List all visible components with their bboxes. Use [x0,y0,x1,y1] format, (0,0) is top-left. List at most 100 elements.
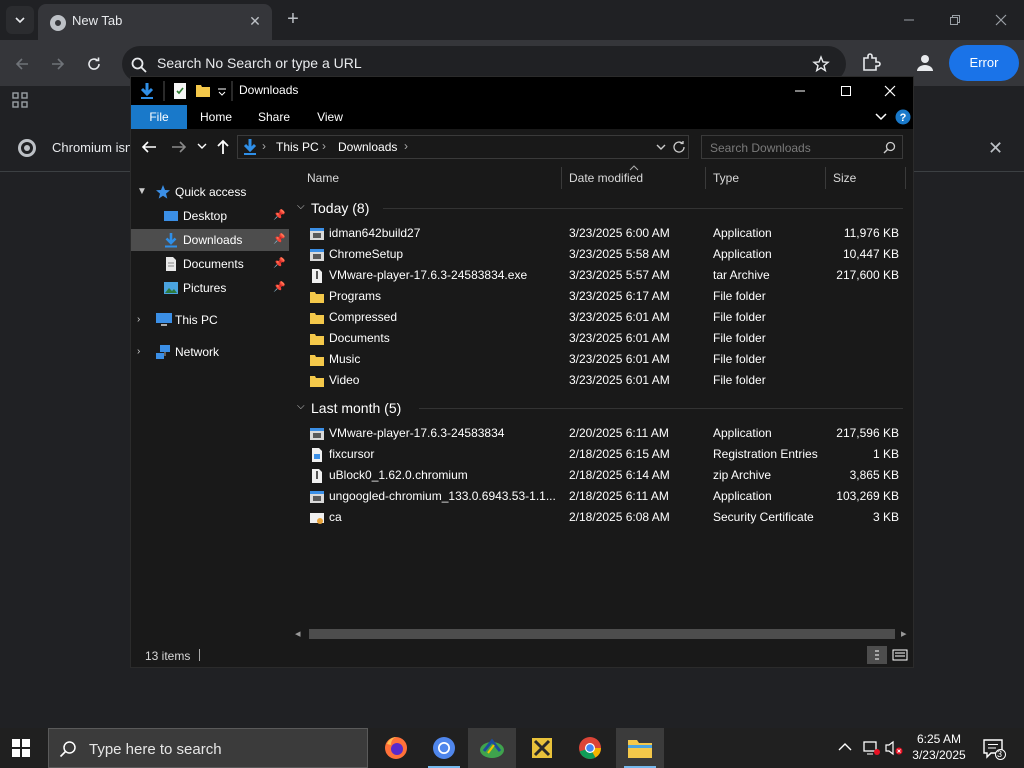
group-header-last-month[interactable]: ⌵ Last month (5) [291,397,913,419]
horizontal-scrollbar[interactable]: ◂ ▸ [291,625,913,643]
forward-arrow-icon[interactable] [171,139,187,155]
file-row[interactable]: Programs 3/23/2025 6:17 AM File folder [291,286,913,307]
column-date-modified[interactable]: Date modified [569,171,643,185]
file-row[interactable]: idman642build27 3/23/2025 6:00 AM Applicat… [291,223,913,244]
explorer-search-box[interactable]: Search Downloads [701,135,903,159]
tab-search-button[interactable] [6,6,34,34]
close-button[interactable] [986,6,1016,34]
ribbon-tab-home[interactable]: Home [191,105,241,129]
explorer-minimize-button[interactable] [777,77,823,105]
start-windows-icon[interactable] [12,739,30,757]
divider[interactable] [705,167,706,189]
tab-new-tab[interactable]: New Tab ✕ [38,4,272,40]
address-dropdown-icon[interactable] [656,144,666,152]
extensions-icon[interactable] [860,51,882,73]
file-row[interactable]: ca 2/18/2025 6:08 AM Security Certificate 3… [291,507,913,528]
apps-grid-icon[interactable] [12,92,28,108]
help-icon[interactable]: ? [895,109,911,125]
recent-locations-icon[interactable] [197,143,207,151]
profile-icon[interactable] [914,52,936,74]
network-status-icon[interactable] [862,740,880,756]
group-header-today[interactable]: ⌵ Today (8) [291,197,913,219]
divider[interactable] [561,167,562,189]
taskbar-search-box[interactable]: Type here to search [48,728,368,768]
file-row[interactable]: ChromeSetup 3/23/2025 5:58 AM Application 1… [291,244,913,265]
nav-network[interactable]: › Network [131,341,289,363]
column-name[interactable]: Name [307,171,339,185]
taskbar-chromium[interactable] [420,728,468,768]
folder-icon [309,331,325,347]
explorer-close-button[interactable] [867,77,913,105]
taskbar-search-placeholder: Type here to search [89,741,222,758]
minimize-button[interactable] [894,6,924,34]
bookmark-star-icon[interactable] [812,55,830,73]
file-row[interactable]: Music 3/23/2025 6:01 AM File folder [291,349,913,370]
new-tab-button[interactable]: + [282,9,304,31]
expand-ribbon-icon[interactable] [875,112,887,122]
properties-icon[interactable] [173,82,187,100]
volume-muted-icon[interactable] [884,740,904,756]
file-date: 3/23/2025 6:17 AM [569,289,670,303]
details-view-button[interactable] [867,646,887,664]
collapse-chevron-icon[interactable]: ⌵ [297,401,305,412]
reload-icon [88,57,100,70]
large-icons-view-button[interactable] [891,646,909,664]
file-row[interactable]: ungoogled-chromium_133.0.6943.53-1.1... 2… [291,486,913,507]
file-row[interactable]: uBlock0_1.62.0.chromium 2/18/2025 6:14 AM… [291,465,913,486]
notification-center-button[interactable]: 3 [982,738,1006,760]
restore-button[interactable] [940,6,970,34]
divider[interactable] [905,167,906,189]
forward-button[interactable] [46,52,70,76]
chevron-up-icon[interactable] [838,742,852,752]
back-arrow-icon[interactable] [141,139,157,155]
taskbar-file-explorer[interactable] [616,728,664,768]
info-bar-close-icon[interactable]: ✕ [988,138,1003,159]
file-row[interactable]: fixcursor 2/18/2025 6:15 AM Registration E… [291,444,913,465]
scroll-right-icon[interactable]: ▸ [901,627,907,640]
column-type[interactable]: Type [713,171,739,185]
collapse-chevron-icon[interactable]: ▼ [137,186,147,197]
collapse-chevron-icon[interactable]: ⌵ [297,201,305,212]
back-button[interactable] [10,52,34,76]
breadcrumb-downloads[interactable]: Downloads [338,140,397,154]
breadcrumb-separator-icon[interactable]: › [262,139,266,153]
explorer-address-bar[interactable]: › This PC › Downloads › [237,135,689,159]
taskbar-clock[interactable]: 6:25 AM 3/23/2025 [908,731,970,763]
expand-chevron-icon[interactable]: › [137,314,140,325]
divider[interactable] [825,167,826,189]
ribbon-tab-view[interactable]: View [305,105,355,129]
file-row[interactable]: VMware-player-17.6.3-24583834.exe 3/23/20… [291,265,913,286]
nav-item-downloads[interactable]: Downloads 📌 [131,229,289,251]
taskbar-archive-app[interactable] [518,728,566,768]
scroll-left-icon[interactable]: ◂ [295,627,301,640]
nav-item-desktop[interactable]: Desktop 📌 [131,205,289,227]
file-row[interactable]: Video 3/23/2025 6:01 AM File folder [291,370,913,391]
taskbar-firefox[interactable] [372,728,420,768]
column-size[interactable]: Size [833,171,856,185]
nav-quick-access[interactable]: ▼ Quick access [131,181,289,203]
breadcrumb-separator-icon[interactable]: › [404,139,408,153]
error-button[interactable]: Error [949,45,1019,81]
clock-date: 3/23/2025 [912,748,966,762]
taskbar-chrome[interactable] [566,728,614,768]
reload-button[interactable] [82,52,106,76]
close-tab-icon[interactable]: ✕ [246,12,264,30]
taskbar-idm[interactable] [468,728,516,768]
up-arrow-icon[interactable] [215,139,231,155]
customize-qat-icon[interactable] [217,87,227,97]
file-row[interactable]: Documents 3/23/2025 6:01 AM File folder [291,328,913,349]
expand-chevron-icon[interactable]: › [137,346,140,357]
file-row[interactable]: Compressed 3/23/2025 6:01 AM File folder [291,307,913,328]
scrollbar-thumb[interactable] [309,629,895,639]
nav-this-pc[interactable]: › This PC [131,309,289,331]
breadcrumb-this-pc[interactable]: This PC [276,140,319,154]
breadcrumb-separator-icon[interactable]: › [322,139,326,153]
refresh-icon[interactable] [672,140,686,154]
new-folder-icon[interactable] [195,82,211,98]
file-row[interactable]: VMware-player-17.6.3-24583834 2/20/2025 6… [291,423,913,444]
ribbon-tab-share[interactable]: Share [249,105,299,129]
ribbon-tab-file[interactable]: File [131,105,187,129]
explorer-maximize-button[interactable] [823,77,869,105]
nav-item-pictures[interactable]: Pictures 📌 [131,277,289,299]
nav-item-documents[interactable]: Documents 📌 [131,253,289,275]
